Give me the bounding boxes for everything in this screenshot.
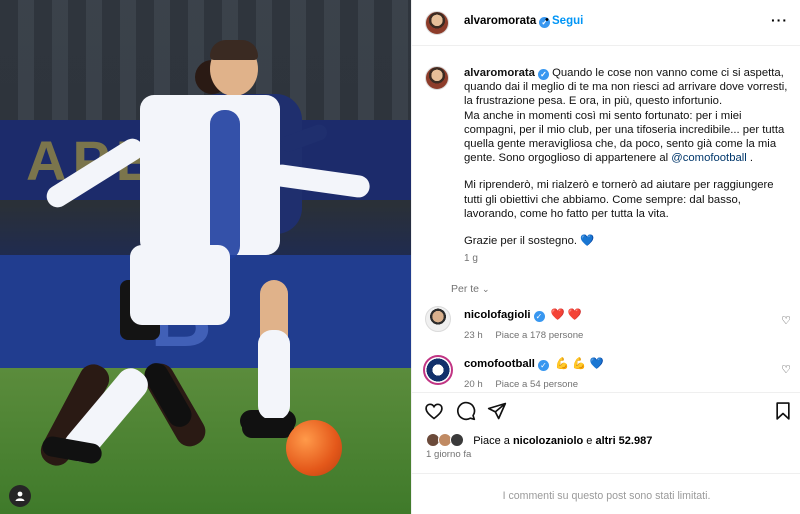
person-icon	[15, 491, 25, 501]
morata-player	[30, 40, 400, 480]
like-comment-icon[interactable]: ♡	[781, 363, 791, 376]
comment-meta: 23 h Piace a 178 persone	[464, 330, 583, 341]
verified-icon: ✓	[537, 360, 549, 371]
like-comment-icon[interactable]: ♡	[781, 314, 791, 327]
verified-icon: ✓	[537, 69, 549, 80]
instagram-post-modal: APE B	[0, 0, 800, 514]
save-bookmark-icon[interactable]	[773, 401, 793, 421]
post-sidebar: alvaromorata ✓ • ··· alvaromorata ✓ Quando…	[411, 0, 800, 514]
post-header: alvaromorata ✓ •	[412, 0, 800, 46]
likes-prefix: Piace a	[473, 435, 513, 447]
author-username[interactable]: alvaromorata ✓	[464, 15, 551, 28]
football	[286, 420, 342, 476]
tagged-users-button[interactable]	[9, 485, 31, 507]
share-icon[interactable]	[487, 401, 507, 421]
comment-time: 20 h	[464, 379, 483, 390]
caption-paragraph-3: Mi riprenderò, mi rialzerò e tornerò ad …	[464, 179, 774, 220]
commenter-username[interactable]: nicolofagioli	[464, 309, 531, 321]
commenter-avatar[interactable]	[423, 355, 453, 385]
comment-icon[interactable]	[456, 401, 476, 421]
translation-toggle[interactable]: Per te ⌄	[451, 283, 489, 295]
caption-paragraph-4: Grazie per il sostegno. 💙	[464, 235, 595, 248]
caption-author-avatar[interactable]	[425, 66, 449, 90]
commenter-avatar[interactable]	[425, 306, 451, 332]
comment-time: 23 h	[464, 330, 483, 341]
separator-dot: •	[545, 14, 549, 26]
post-caption: alvaromorata ✓ Quando le cose non vanno c…	[464, 66, 792, 266]
post-actions: Piace a nicolozaniolo e altri 52.987 1 g…	[412, 392, 800, 514]
mention-suffix: .	[746, 152, 754, 165]
comment-meta: 20 h Piace a 54 persone	[464, 379, 578, 390]
commenter-username[interactable]: comofootball	[464, 358, 535, 370]
likes-mid: e	[583, 435, 596, 447]
author-username-text[interactable]: alvaromorata	[464, 15, 536, 27]
comment-body: ❤️ ❤️	[550, 309, 582, 321]
comment-body: 💪 💪 💙	[555, 358, 604, 370]
chevron-down-icon: ⌄	[481, 284, 490, 294]
comment-likes[interactable]: Piace a 54 persone	[495, 379, 578, 390]
caption-timestamp: 1 g	[464, 253, 478, 265]
verified-icon: ✓	[533, 311, 545, 322]
comments-limited-notice: I commenti su questo post sono stati lim…	[412, 473, 800, 502]
post-photo[interactable]: APE B	[0, 0, 411, 514]
liker-avatar	[450, 433, 465, 447]
like-heart-icon[interactable]	[424, 401, 444, 421]
comment-text: nicolofagioli ✓ ❤️ ❤️	[464, 308, 764, 322]
comment-likes[interactable]: Piace a 178 persone	[495, 330, 583, 341]
more-options-icon[interactable]: ···	[771, 12, 788, 28]
liked-by-others-link[interactable]: altri 52.987	[595, 435, 652, 447]
post-date: 1 giorno fa	[426, 449, 472, 460]
mention-link[interactable]: @comofootball	[671, 152, 747, 164]
caption-author[interactable]: alvaromorata ✓	[464, 67, 549, 80]
liked-by-user-link[interactable]: nicolozaniolo	[513, 435, 583, 447]
comment-text: comofootball ✓ 💪 💪 💙	[464, 357, 764, 371]
follow-button[interactable]: Segui	[552, 15, 583, 27]
likes-summary: Piace a nicolozaniolo e altri 52.987	[426, 433, 652, 447]
translation-toggle-label: Per te	[451, 283, 480, 295]
author-avatar[interactable]	[425, 11, 449, 35]
